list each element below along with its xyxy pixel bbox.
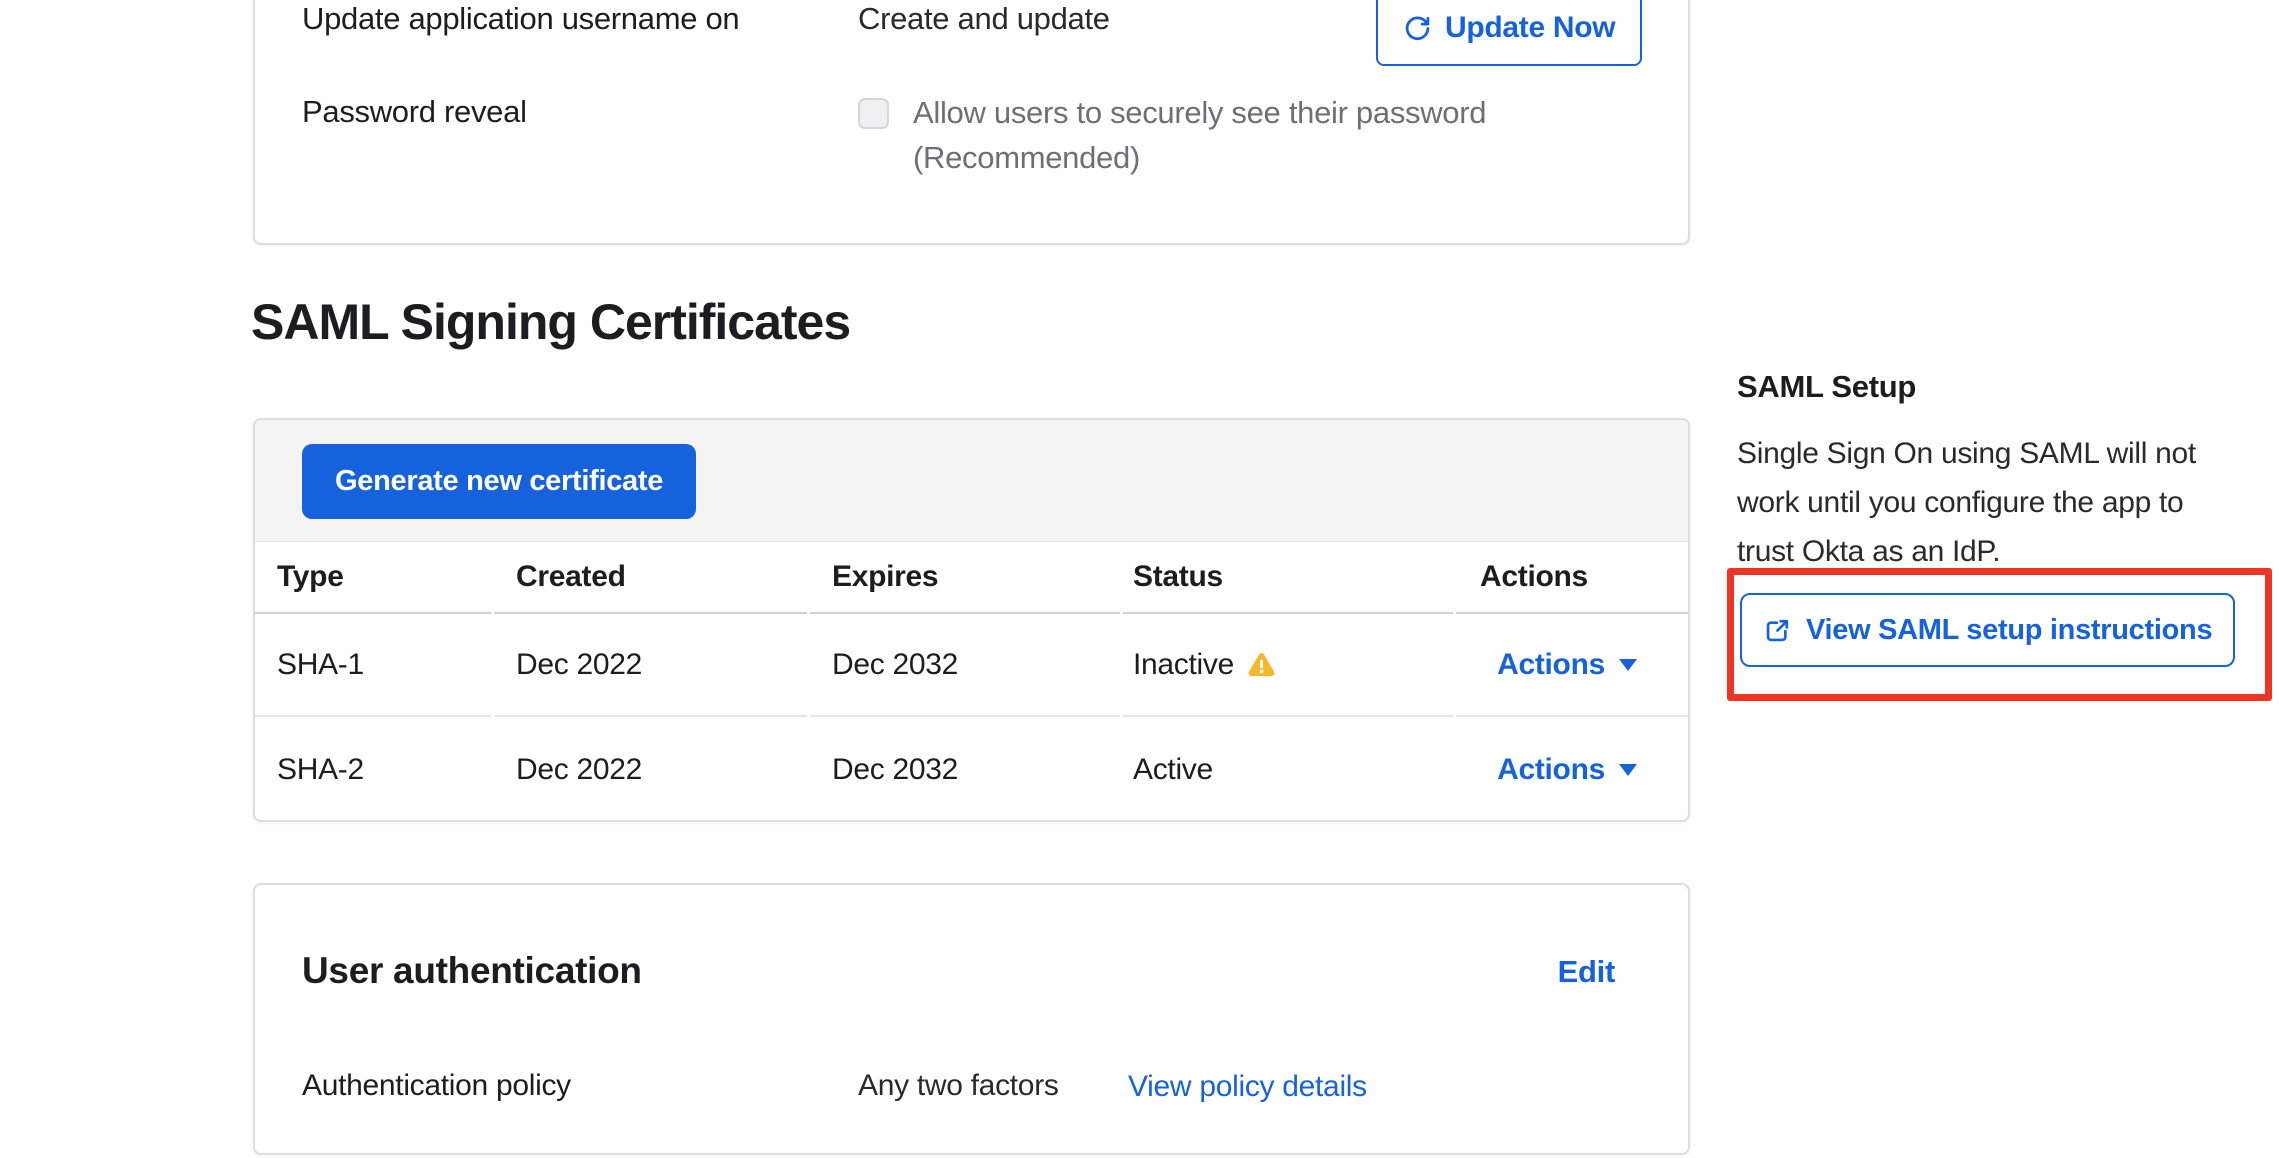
table-row: SHA-2 Dec 2022 Dec 2032 Active Actions xyxy=(255,717,1688,822)
actions-dropdown-label: Actions xyxy=(1497,753,1605,787)
user-authentication-heading: User authentication xyxy=(302,946,642,996)
user-authentication-card: User authentication Edit Authentication … xyxy=(253,883,1690,1155)
refresh-icon xyxy=(1403,14,1432,43)
saml-setup-description-line: trust Okta as an IdP. xyxy=(1737,527,2196,576)
cert-expires: Dec 2032 xyxy=(810,614,1120,717)
actions-dropdown-label: Actions xyxy=(1497,648,1605,682)
table-row: SHA-1 Dec 2022 Dec 2032 Inactive Actions xyxy=(255,614,1688,717)
generate-certificate-button[interactable]: Generate new certificate xyxy=(302,444,696,519)
certificates-table-header: Type Created Expires Status Actions xyxy=(255,542,1688,614)
certificates-toolbar: Generate new certificate xyxy=(255,420,1688,542)
saml-setup-heading: SAML Setup xyxy=(1737,369,1916,405)
column-header-status: Status xyxy=(1123,542,1453,614)
password-reveal-note: (Recommended) xyxy=(913,138,1140,178)
saml-setup-description-line: work until you configure the app to xyxy=(1737,478,2196,527)
update-now-button[interactable]: Update Now xyxy=(1376,0,1642,66)
saml-setup-description: Single Sign On using SAML will not work … xyxy=(1737,429,2196,576)
cert-type: SHA-2 xyxy=(255,717,491,822)
password-reveal-description: Allow users to securely see their passwo… xyxy=(913,93,1486,133)
column-header-expires: Expires xyxy=(810,542,1120,614)
password-reveal-label: Password reveal xyxy=(302,92,527,132)
username-update-label: Update application username on xyxy=(302,0,739,39)
update-now-label: Update Now xyxy=(1445,11,1615,45)
authentication-policy-value: Any two factors xyxy=(858,1066,1059,1106)
authentication-policy-label: Authentication policy xyxy=(302,1066,571,1106)
chevron-down-icon xyxy=(1619,764,1637,776)
username-update-value: Create and update xyxy=(858,0,1110,39)
cert-expires: Dec 2032 xyxy=(810,717,1120,822)
account-settings-card: Update application username on Create an… xyxy=(253,0,1690,245)
actions-dropdown[interactable]: Actions xyxy=(1497,648,1637,682)
status-badge: Inactive xyxy=(1133,648,1234,682)
column-header-type: Type xyxy=(255,542,491,614)
cert-type: SHA-1 xyxy=(255,614,491,717)
saml-setup-description-line: Single Sign On using SAML will not xyxy=(1737,429,2196,478)
external-link-icon xyxy=(1763,616,1792,645)
column-header-actions: Actions xyxy=(1456,542,1688,614)
column-header-created: Created xyxy=(494,542,807,614)
page: Update application username on Create an… xyxy=(0,0,2279,1158)
page-title: SAML Signing Certificates xyxy=(251,292,850,352)
saml-certificates-card: Generate new certificate Type Created Ex… xyxy=(253,418,1690,822)
password-reveal-checkbox[interactable] xyxy=(858,98,889,129)
chevron-down-icon xyxy=(1619,659,1637,671)
cert-created: Dec 2022 xyxy=(494,614,807,717)
status-badge: Active xyxy=(1133,753,1213,787)
actions-dropdown[interactable]: Actions xyxy=(1497,753,1637,787)
edit-link[interactable]: Edit xyxy=(1558,954,1615,990)
view-policy-details-link[interactable]: View policy details xyxy=(1128,1067,1367,1107)
warning-icon xyxy=(1247,650,1276,679)
cert-created: Dec 2022 xyxy=(494,717,807,822)
view-saml-setup-instructions-label: View SAML setup instructions xyxy=(1806,614,2212,647)
view-saml-setup-instructions-button[interactable]: View SAML setup instructions xyxy=(1740,593,2235,667)
